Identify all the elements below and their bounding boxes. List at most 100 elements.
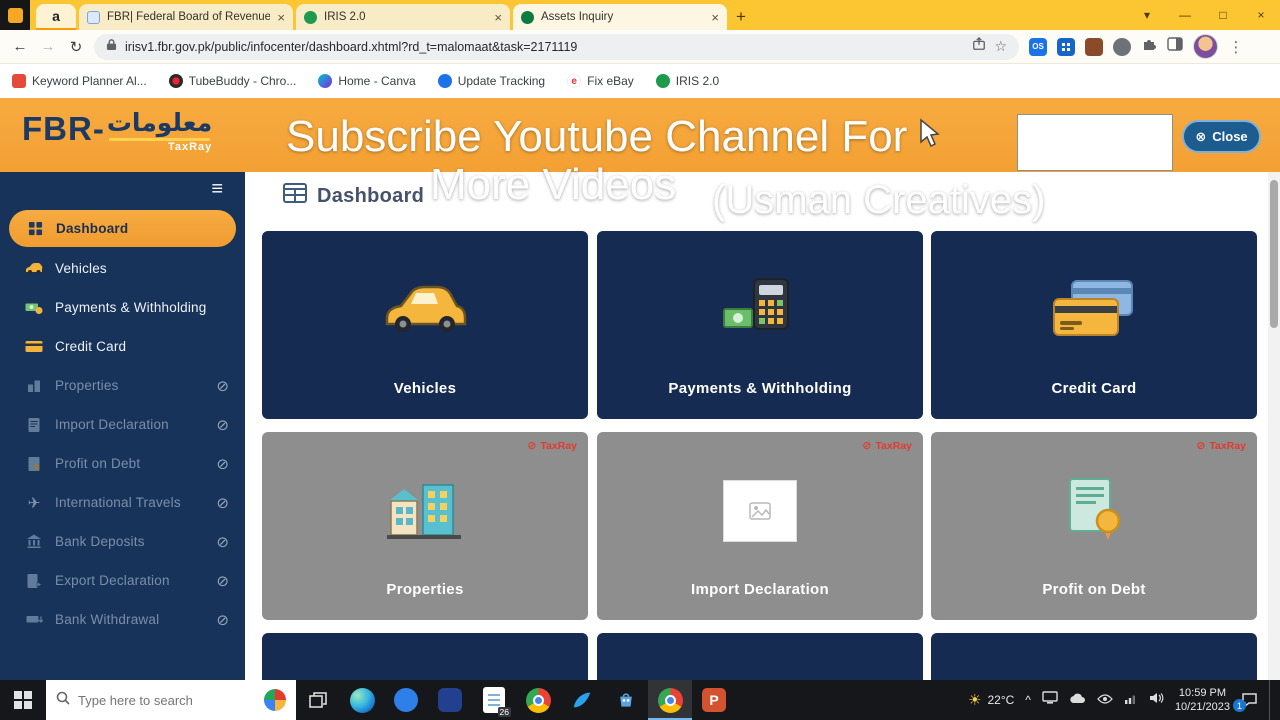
header-input-field[interactable] — [1017, 114, 1173, 171]
taskbar-blue-app-icon[interactable] — [384, 680, 428, 720]
bookmark-label: Fix eBay — [587, 74, 634, 88]
taskbar-chrome-active-icon[interactable] — [648, 680, 692, 720]
sidebar-nav: Dashboard Vehicles Payments & Withholdin… — [0, 172, 245, 639]
show-desktop-button[interactable] — [1269, 680, 1274, 720]
taskbar-chrome-icon[interactable] — [516, 680, 560, 720]
taskbar-navy-app-icon[interactable] — [428, 680, 472, 720]
sidebar-item-vehicles[interactable]: Vehicles — [0, 249, 245, 288]
bookmark-keyword-planner[interactable]: Keyword Planner Al... — [12, 74, 147, 88]
taxray-badge: ⊘ TaxRay — [527, 439, 577, 453]
sidebar-item-payments[interactable]: Payments & Withholding — [0, 288, 245, 327]
taskbar-powerpoint-icon[interactable]: P — [692, 680, 736, 720]
puzzle-extensions-icon[interactable] — [1141, 36, 1157, 57]
window-close-button[interactable]: × — [1242, 8, 1280, 22]
sidebar-item-international-travels[interactable]: ✈ International Travels ⊘ — [0, 483, 245, 522]
weather-widget[interactable]: ☀ 22°C — [968, 691, 1014, 709]
taskbar-document-app-icon[interactable]: 26 — [472, 680, 516, 720]
sidebar-item-dashboard[interactable]: Dashboard — [9, 210, 236, 247]
tab-close-icon[interactable]: × — [494, 10, 502, 25]
taskbar-search[interactable] — [46, 680, 296, 720]
search-highlights-icon[interactable] — [264, 689, 286, 711]
card-payments-withholding[interactable]: Payments & Withholding — [597, 231, 923, 419]
share-icon[interactable] — [972, 36, 986, 56]
sidebar-item-bank-withdrawal[interactable]: Bank Withdrawal ⊘ — [0, 600, 245, 639]
browser-toolbar: ← → ↻ irisv1.fbr.gov.pk/public/infocente… — [0, 30, 1280, 64]
sidebar-item-profit-on-debt[interactable]: Profit on Debt ⊘ — [0, 444, 245, 483]
action-center-button[interactable]: 1 — [1233, 692, 1258, 712]
tab-fbr[interactable]: FBR| Federal Board of Revenue × — [79, 4, 293, 30]
volume-icon[interactable] — [1149, 691, 1164, 709]
bookmark-label: Keyword Planner Al... — [32, 74, 147, 88]
page-scrollbar[interactable] — [1268, 172, 1280, 680]
network-icon[interactable] — [1124, 691, 1138, 709]
start-button[interactable] — [0, 680, 46, 720]
browser-menu-icon[interactable]: ⋮ — [1228, 38, 1244, 56]
reload-button[interactable]: ↻ — [62, 38, 90, 56]
sidebar-item-credit-card[interactable]: Credit Card — [0, 327, 245, 366]
tab-search-chevron-icon[interactable]: ▾ — [1128, 8, 1166, 22]
address-bar[interactable]: irisv1.fbr.gov.pk/public/infocenter/dash… — [94, 33, 1019, 60]
card-partial[interactable] — [931, 633, 1257, 680]
sidebar-item-import-declaration[interactable]: Import Declaration ⊘ — [0, 405, 245, 444]
sidebar-item-export-declaration[interactable]: Export Declaration ⊘ — [0, 561, 245, 600]
taskbar-store-icon[interactable] — [604, 680, 648, 720]
close-button-label: Close — [1212, 129, 1248, 144]
sidebar-item-properties[interactable]: Properties ⊘ — [0, 366, 245, 405]
car-icon — [379, 280, 471, 341]
tab-strip: a FBR| Federal Board of Revenue × IRIS 2… — [0, 0, 1280, 30]
card-import-declaration[interactable]: ⊘ TaxRay Import Declaration — [597, 432, 923, 620]
window-maximize-button[interactable]: □ — [1204, 8, 1242, 22]
tab-close-icon[interactable]: × — [277, 10, 285, 25]
bookmark-iris[interactable]: IRIS 2.0 — [655, 74, 720, 88]
taskbar-feather-app-icon[interactable] — [560, 680, 604, 720]
badge-label: TaxRay — [1209, 439, 1246, 452]
onedrive-cloud-icon[interactable] — [1069, 691, 1086, 709]
sidebar-item-label: Profit on Debt — [55, 456, 141, 471]
grid-extension-icon[interactable] — [1057, 37, 1075, 56]
new-tab-button[interactable]: + — [727, 4, 755, 30]
back-button[interactable]: ← — [6, 38, 34, 55]
sidebar-item-bank-deposits[interactable]: Bank Deposits ⊘ — [0, 522, 245, 561]
forward-button[interactable]: → — [34, 38, 62, 55]
display-icon[interactable] — [1042, 691, 1058, 709]
card-properties[interactable]: ⊘ TaxRay Properties — [262, 432, 588, 620]
card-vehicles[interactable]: Vehicles — [262, 231, 588, 419]
brown-extension-icon[interactable] — [1085, 37, 1103, 56]
tab-assets-inquiry[interactable]: Assets Inquiry × — [513, 4, 727, 30]
bookmark-fix-ebay[interactable]: e Fix eBay — [567, 74, 634, 88]
bookmark-star-icon[interactable]: ☆ — [994, 38, 1007, 55]
tab-close-icon[interactable]: × — [711, 10, 719, 25]
hamburger-menu-icon[interactable]: ≡ — [211, 178, 223, 201]
blocked-icon: ⊘ — [527, 440, 537, 452]
eye-icon[interactable] — [1097, 691, 1113, 709]
search-icon — [56, 691, 70, 710]
windows-logo-icon — [14, 691, 32, 709]
window-minimize-button[interactable]: — — [1166, 8, 1204, 22]
url-text[interactable]: irisv1.fbr.gov.pk/public/infocenter/dash… — [125, 40, 964, 54]
bookmark-label: IRIS 2.0 — [675, 74, 720, 88]
taskbar-edge-icon[interactable] — [340, 680, 384, 720]
taskbar-clock[interactable]: 10:59 PM 10/21/2023 — [1175, 686, 1230, 715]
close-button[interactable]: ⊗ Close — [1182, 120, 1261, 153]
fbr-maloomat-logo[interactable]: FBR- معلومات TaxRay — [22, 109, 212, 152]
card-profit-on-debt[interactable]: ⊘ TaxRay Profit on Debt — [931, 432, 1257, 620]
side-panel-icon[interactable] — [1167, 37, 1183, 56]
card-partial[interactable] — [262, 633, 588, 680]
search-input[interactable] — [78, 692, 256, 708]
bookmark-tubebuddy[interactable]: TubeBuddy - Chro... — [168, 74, 296, 88]
tab-iris[interactable]: IRIS 2.0 × — [296, 4, 510, 30]
profile-avatar[interactable] — [1193, 34, 1218, 59]
card-partial[interactable] — [597, 633, 923, 680]
bookmark-update-tracking[interactable]: Update Tracking — [437, 74, 545, 88]
tab-pinned-amazon[interactable]: a — [36, 4, 76, 30]
card-credit-card[interactable]: Credit Card — [931, 231, 1257, 419]
gray-extension-icon[interactable] — [1113, 37, 1131, 56]
task-view-button[interactable] — [296, 680, 340, 720]
buildings-icon — [385, 477, 465, 546]
bookmark-canva[interactable]: Home - Canva — [318, 74, 416, 88]
os-extension-icon[interactable]: OS — [1029, 37, 1047, 56]
sidebar-item-label: Credit Card — [55, 339, 127, 354]
scrollbar-thumb[interactable] — [1270, 180, 1278, 328]
tray-expand-icon[interactable]: ^ — [1025, 693, 1031, 707]
logo-fbr-text: FBR- — [22, 110, 105, 147]
